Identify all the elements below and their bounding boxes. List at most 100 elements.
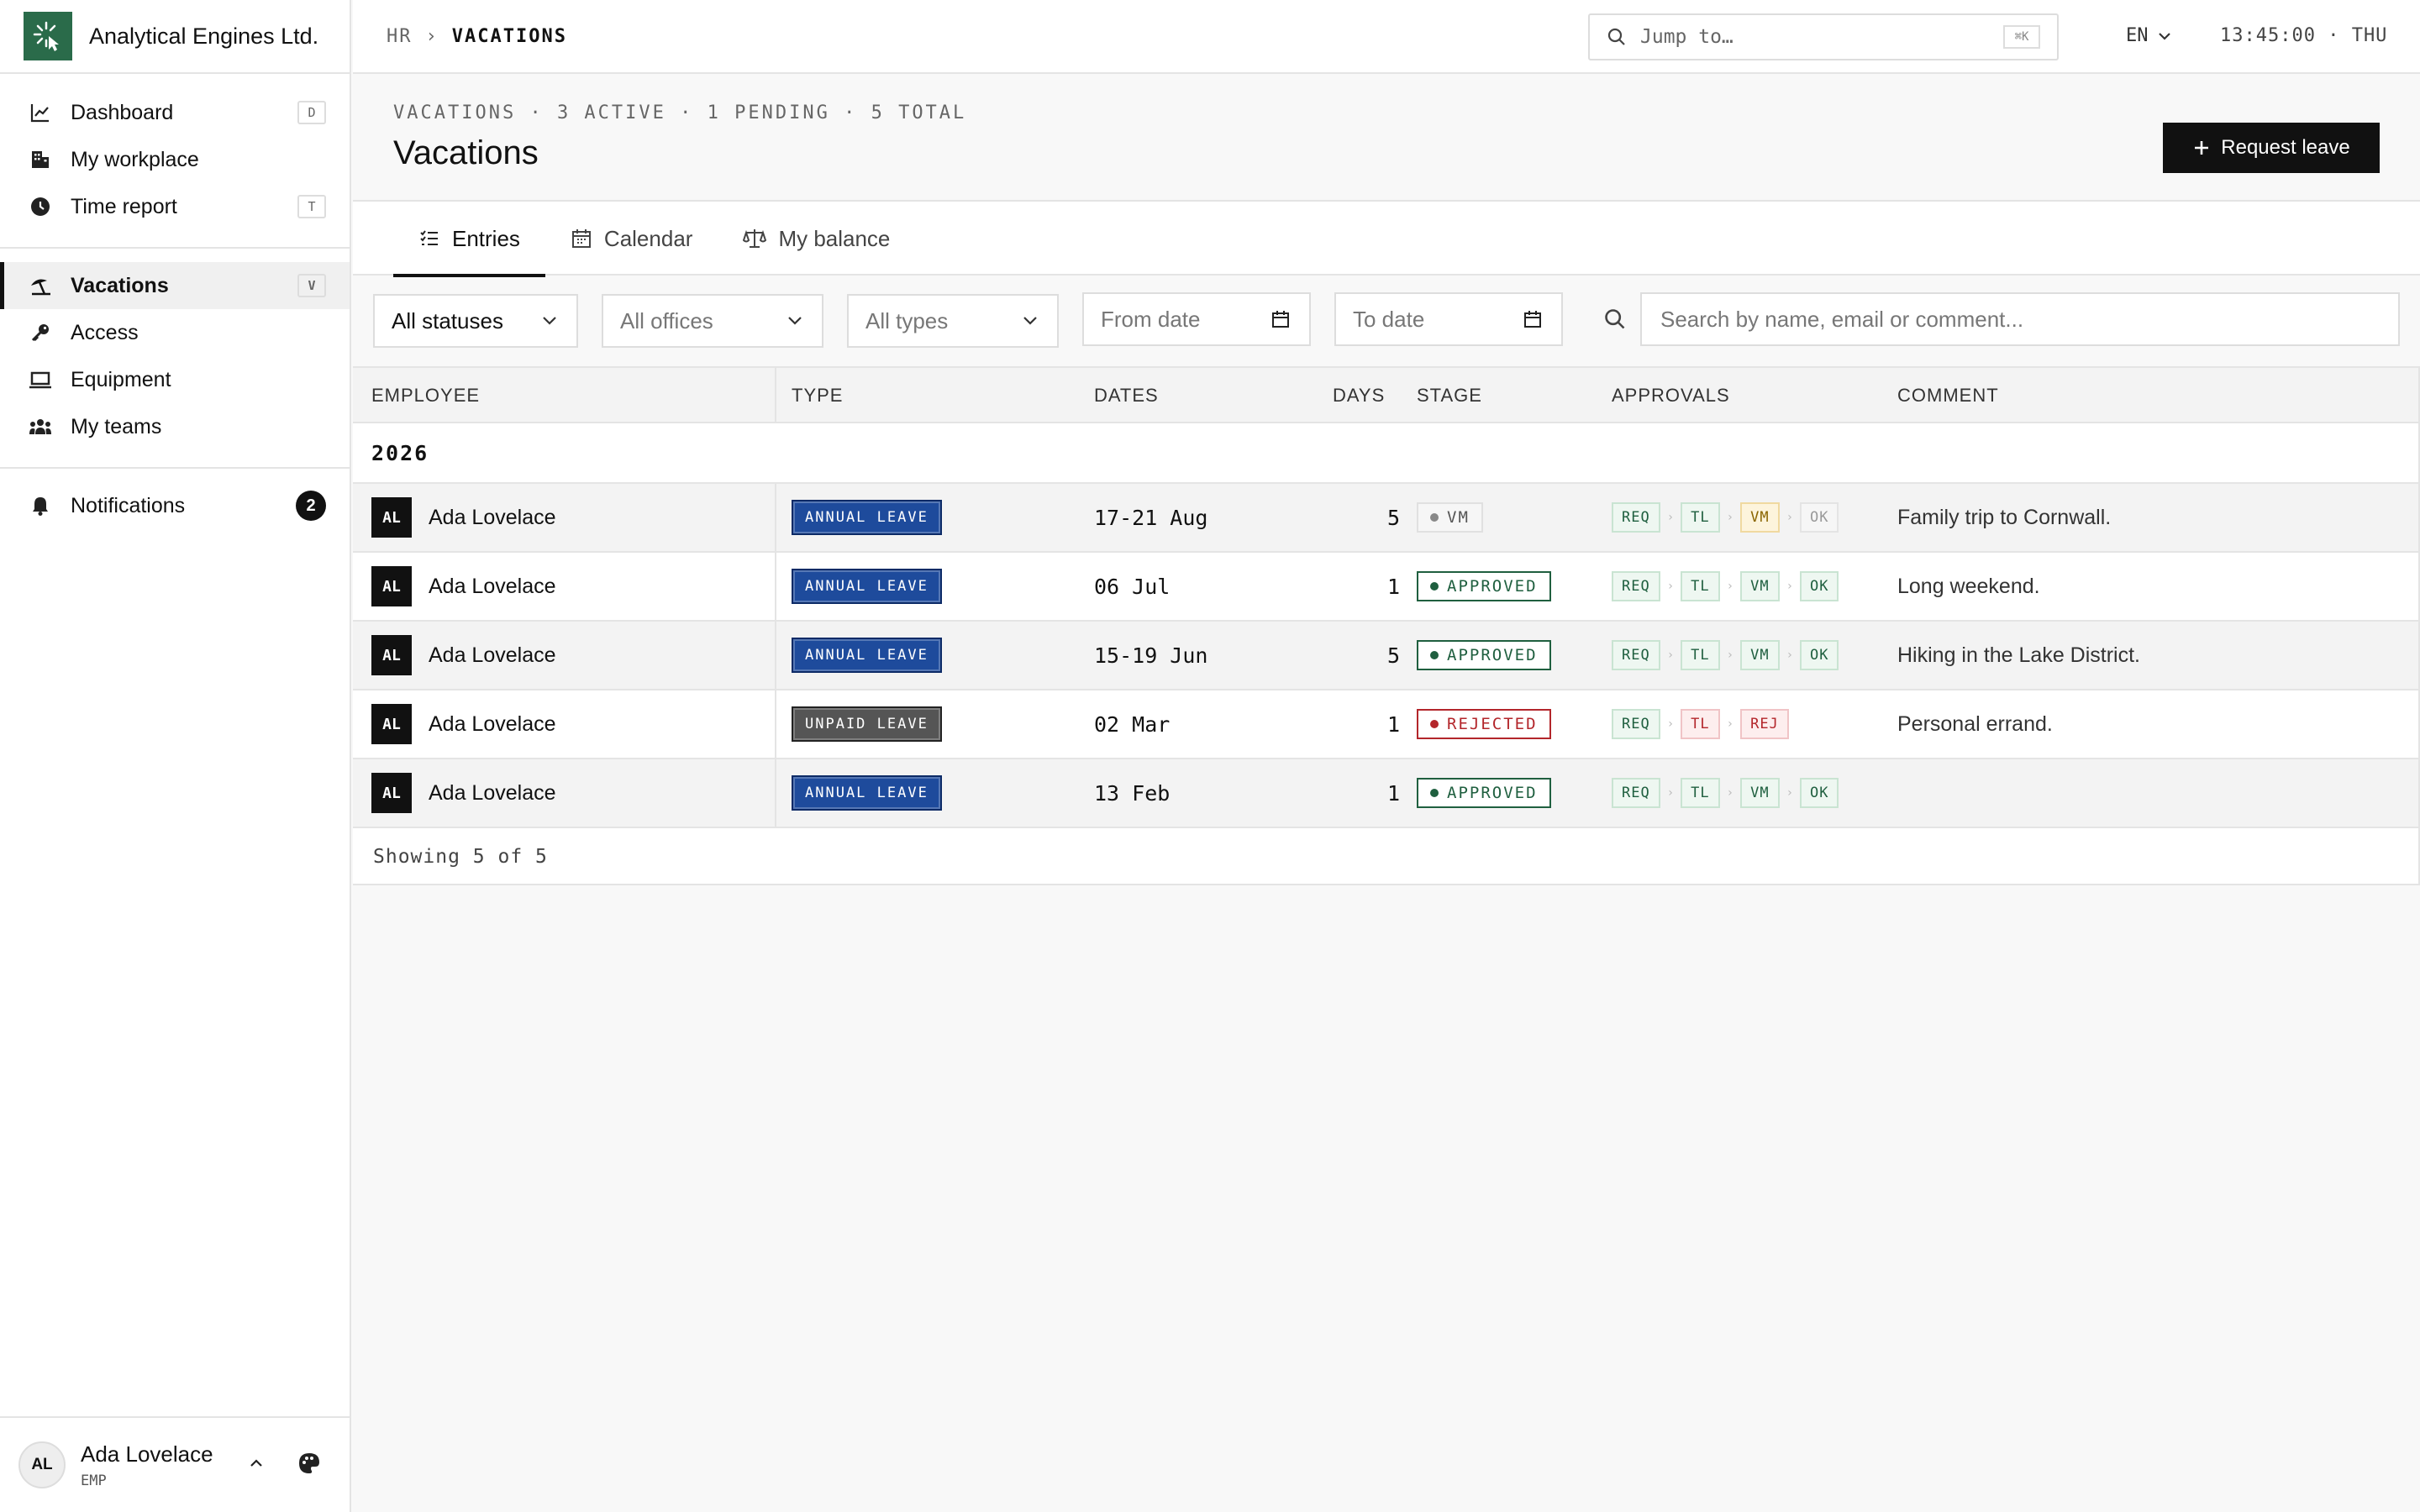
avatar: AL xyxy=(18,1441,66,1488)
tab-entries[interactable]: Entries xyxy=(393,202,545,277)
column-header-approvals[interactable]: APPROVALS xyxy=(1612,368,1730,423)
approval-arrow: › xyxy=(1786,580,1793,593)
approval-chip-tl: TL xyxy=(1681,778,1720,808)
table-row[interactable]: AL Ada Lovelace ANNUAL LEAVE 13 Feb 1 AP… xyxy=(353,759,2418,828)
page-title: Vacations xyxy=(393,134,539,171)
chevron-up-icon[interactable] xyxy=(249,1457,264,1473)
breadcrumb-separator: › xyxy=(425,25,439,47)
sidebar-item-dashboard[interactable]: Dashboard D xyxy=(0,89,350,136)
column-header-employee[interactable]: EMPLOYEE xyxy=(371,368,480,423)
approval-chip-vm: VM xyxy=(1740,778,1780,808)
types-filter-select[interactable]: All types xyxy=(847,294,1059,348)
approval-chip-vm: VM xyxy=(1740,640,1780,670)
sidebar-item-label: Time report xyxy=(71,194,177,218)
tab-my-balance[interactable]: My balance xyxy=(718,202,915,276)
user-menu[interactable]: AL Ada Lovelace EMP xyxy=(0,1416,350,1512)
jump-to-search[interactable]: Jump to… ⌘K xyxy=(1588,13,2059,60)
request-leave-button[interactable]: Request leave xyxy=(2163,123,2380,173)
employee-name[interactable]: Ada Lovelace xyxy=(429,643,556,668)
employee-name[interactable]: Ada Lovelace xyxy=(429,506,556,530)
avatar: AL xyxy=(371,566,412,606)
column-divider xyxy=(775,622,776,689)
column-header-days[interactable]: DAYS xyxy=(1333,368,1385,423)
table-row[interactable]: AL Ada Lovelace UNPAID LEAVE 02 Mar 1 RE… xyxy=(353,690,2418,759)
tab-calendar[interactable]: Calendar xyxy=(545,202,718,276)
approval-chip-req: REQ xyxy=(1612,709,1660,739)
column-header-comment[interactable]: COMMENT xyxy=(1897,368,1999,423)
sidebar-item-my-teams[interactable]: My teams xyxy=(0,403,350,450)
employee-cell: AL Ada Lovelace xyxy=(371,690,556,758)
leave-type-badge: ANNUAL LEAVE xyxy=(792,500,942,535)
days-cell: 5 xyxy=(1386,505,1400,530)
approval-chip-ok: OK xyxy=(1800,571,1839,601)
calendar-icon xyxy=(1523,309,1543,329)
language-selector[interactable]: EN xyxy=(2126,25,2172,46)
comment-cell: Hiking in the Lake District. xyxy=(1897,643,2141,667)
status-dot xyxy=(1430,720,1439,728)
beach-umbrella-icon xyxy=(29,274,52,297)
column-divider xyxy=(775,759,776,827)
sidebar-item-notifications[interactable]: Notifications 2 xyxy=(0,482,350,529)
stage-badge: APPROVED xyxy=(1417,640,1551,670)
table-row[interactable]: AL Ada Lovelace ANNUAL LEAVE 17-21 Aug 5… xyxy=(353,484,2418,553)
avatar: AL xyxy=(371,773,412,813)
column-header-dates[interactable]: DATES xyxy=(1094,368,1159,423)
approvals-cell: REQ › TL › VM › OK xyxy=(1612,759,1839,827)
search-input[interactable]: Search by name, email or comment... xyxy=(1640,292,2400,346)
table-row[interactable]: AL Ada Lovelace ANNUAL LEAVE 15-19 Jun 5… xyxy=(353,622,2418,690)
approval-arrow: › xyxy=(1726,511,1734,524)
language-value: EN xyxy=(2126,25,2149,46)
palette-icon[interactable] xyxy=(297,1452,321,1479)
sidebar-item-label: Notifications xyxy=(71,493,186,517)
type-cell: ANNUAL LEAVE xyxy=(792,622,942,689)
table-row[interactable]: AL Ada Lovelace ANNUAL LEAVE 06 Jul 1 AP… xyxy=(353,553,2418,622)
column-header-stage[interactable]: STAGE xyxy=(1417,368,1482,423)
approval-chip-vm: VM xyxy=(1740,502,1780,533)
brand[interactable]: Analytical Engines Ltd. xyxy=(0,0,350,74)
approval-chip-req: REQ xyxy=(1612,778,1660,808)
search-icon xyxy=(1603,307,1627,331)
status-dot xyxy=(1430,582,1439,591)
employee-name[interactable]: Ada Lovelace xyxy=(429,575,556,599)
stage-badge: VM xyxy=(1417,502,1483,533)
chevron-down-icon xyxy=(786,316,803,326)
sidebar-item-vacations[interactable]: Vacations V xyxy=(0,262,350,309)
approval-chip-tl: TL xyxy=(1681,640,1720,670)
breadcrumb-root[interactable]: HR xyxy=(387,26,413,47)
from-date-input[interactable]: From date xyxy=(1082,292,1311,346)
type-cell: ANNUAL LEAVE xyxy=(792,484,942,551)
sidebar-item-equipment[interactable]: Equipment xyxy=(0,356,350,403)
status-dot xyxy=(1430,651,1439,659)
dates-cell: 17-21 Aug xyxy=(1094,505,1208,530)
users-icon xyxy=(29,415,52,438)
column-divider xyxy=(775,484,776,551)
brand-logo xyxy=(24,12,72,60)
days-cell: 1 xyxy=(1386,711,1400,737)
approval-arrow: › xyxy=(1786,511,1793,524)
employee-name[interactable]: Ada Lovelace xyxy=(429,712,556,737)
dates-cell: 15-19 Jun xyxy=(1094,643,1208,668)
approval-arrow: › xyxy=(1666,786,1675,800)
offices-filter-select[interactable]: All offices xyxy=(602,294,823,348)
days-cell: 1 xyxy=(1386,780,1400,806)
employee-name[interactable]: Ada Lovelace xyxy=(429,781,556,806)
status-dot xyxy=(1430,513,1439,522)
sidebar-item-time-report[interactable]: Time report T xyxy=(0,183,350,230)
approval-arrow: › xyxy=(1666,717,1675,731)
approvals-cell: REQ › TL › REJ xyxy=(1612,690,1789,758)
status-filter-select[interactable]: All statuses xyxy=(373,294,578,348)
comment-cell: Long weekend. xyxy=(1897,574,2040,598)
sidebar-item-my-workplace[interactable]: My workplace xyxy=(0,136,350,183)
employee-cell: AL Ada Lovelace xyxy=(371,759,556,827)
column-header-type[interactable]: TYPE xyxy=(792,368,843,423)
approval-arrow: › xyxy=(1726,786,1734,800)
stage-label: APPROVED xyxy=(1447,784,1538,802)
column-divider xyxy=(775,690,776,758)
avatar: AL xyxy=(371,497,412,538)
page-meta: VACATIONS · 3 ACTIVE · 1 PENDING · 5 TOT… xyxy=(393,102,967,123)
approval-chip-ok: OK xyxy=(1800,502,1839,533)
to-date-placeholder: To date xyxy=(1353,306,1425,332)
to-date-input[interactable]: To date xyxy=(1334,292,1563,346)
sidebar-item-access[interactable]: Access xyxy=(0,309,350,356)
user-info: Ada Lovelace EMP xyxy=(81,1441,249,1489)
